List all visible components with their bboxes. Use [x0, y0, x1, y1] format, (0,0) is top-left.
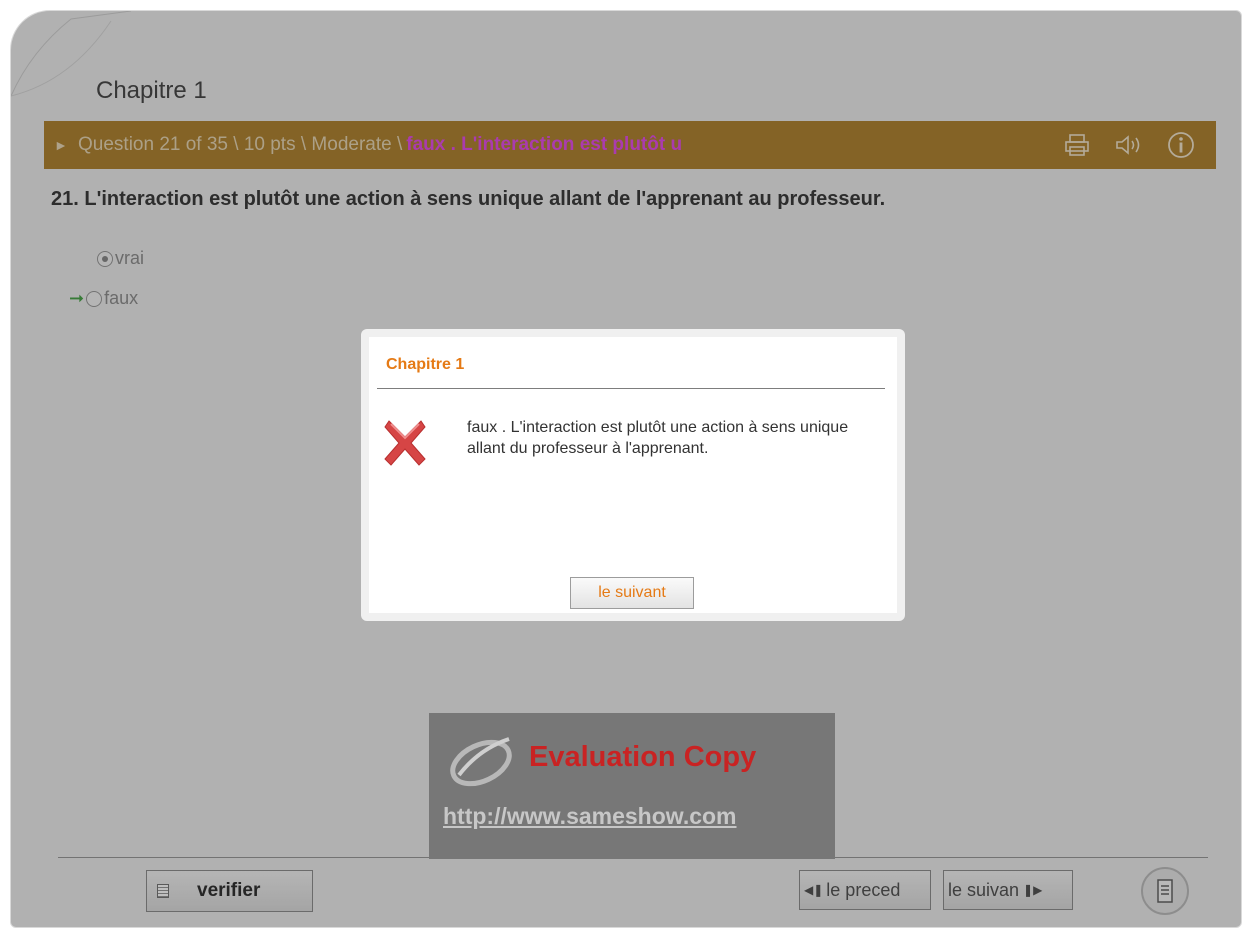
- evaluation-watermark: Evaluation Copy http://www.sameshow.com: [429, 713, 835, 859]
- feedback-dialog: Chapitre 1 faux . L'interaction est plut…: [361, 329, 905, 621]
- dialog-message: faux . L'interaction est plutôt une acti…: [467, 419, 849, 457]
- quiz-frame: Chapitre 1 ► Question 21 of 35 \ 10 pts …: [10, 10, 1242, 928]
- x-error-icon: [384, 420, 426, 466]
- watermark-title: Evaluation Copy: [529, 741, 757, 773]
- feedback-dialog-body: Chapitre 1 faux . L'interaction est plut…: [369, 337, 897, 613]
- watermark-url: http://www.sameshow.com: [443, 803, 737, 829]
- sameshow-logo-icon: [450, 737, 512, 787]
- dialog-divider: [377, 388, 885, 389]
- dialog-next-button[interactable]: le suivant: [570, 577, 694, 609]
- dialog-title: Chapitre 1: [386, 356, 465, 373]
